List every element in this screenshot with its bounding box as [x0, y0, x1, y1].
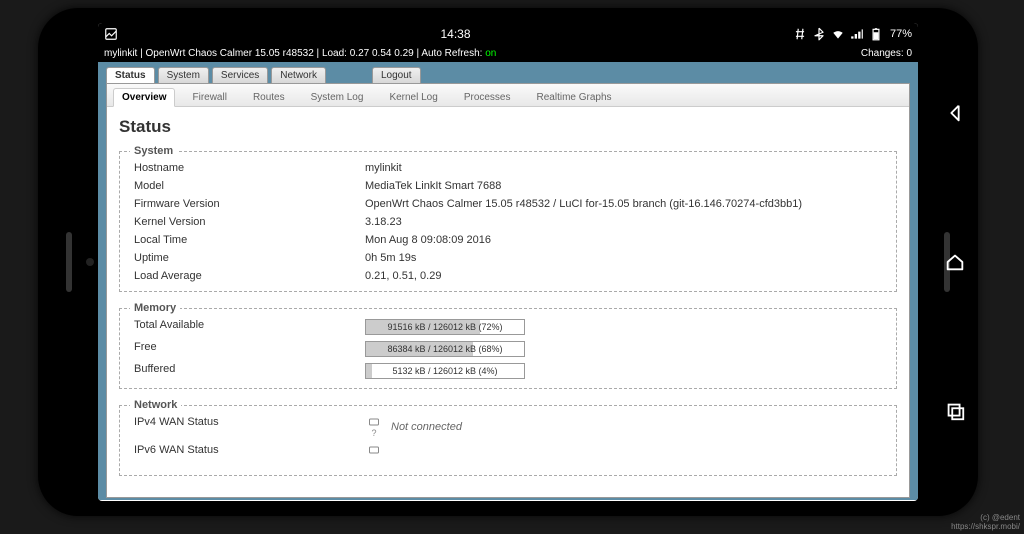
- sub-tab-kernel-log[interactable]: Kernel Log: [380, 88, 446, 106]
- system-section: System HostnamemylinkitModelMediaTek Lin…: [119, 145, 897, 292]
- network-row: IPv6 WAN Status: [130, 441, 886, 469]
- watermark: (c) @edent https://shkspr.mobi/: [951, 514, 1020, 532]
- row-value: 0.21, 0.51, 0.29: [365, 270, 886, 282]
- row-value: [365, 444, 886, 466]
- home-button[interactable]: [944, 251, 966, 273]
- sub-tab-realtime-graphs[interactable]: Realtime Graphs: [528, 88, 621, 106]
- row-value: 86384 kB / 126012 kB (68%): [365, 341, 886, 357]
- system-row: Firmware VersionOpenWrt Chaos Calmer 15.…: [130, 195, 886, 213]
- page-body: StatusSystemServicesNetworkLogout Overvi…: [98, 62, 918, 500]
- row-key: Buffered: [130, 363, 365, 379]
- bluetooth-icon: [812, 27, 826, 41]
- front-camera: [86, 258, 94, 266]
- memory-row: Total Available91516 kB / 126012 kB (72%…: [130, 316, 886, 338]
- header-load-value: 0.27 0.54 0.29: [350, 48, 414, 59]
- signal-icon: [850, 27, 864, 41]
- progress-bar: 86384 kB / 126012 kB (68%): [365, 341, 525, 357]
- header-changes-label: Changes:: [861, 48, 904, 59]
- row-key: IPv4 WAN Status: [130, 416, 365, 438]
- sub-tab-firewall[interactable]: Firewall: [183, 88, 235, 106]
- sub-tabs: Overview Firewall Routes System Log Kernel L…: [107, 84, 909, 107]
- header-autorefresh-value[interactable]: on: [485, 48, 496, 59]
- main-tab-status[interactable]: Status: [106, 67, 155, 83]
- system-row: Uptime0h 5m 19s: [130, 249, 886, 267]
- openwrt-header: mylinkit | OpenWrt Chaos Calmer 15.05 r4…: [98, 45, 918, 62]
- row-key: IPv6 WAN Status: [130, 444, 365, 466]
- row-key: Hostname: [130, 162, 365, 174]
- row-key: Uptime: [130, 252, 365, 264]
- main-tab-logout[interactable]: Logout: [372, 67, 421, 83]
- openwrt-header-right[interactable]: Changes: 0: [861, 48, 912, 59]
- network-status-icon: [365, 444, 383, 466]
- row-value: ? Not connected: [365, 416, 886, 438]
- network-status-text: Not connected: [391, 421, 462, 433]
- header-load-label: Load:: [322, 48, 347, 59]
- watermark-line2: https://shkspr.mobi/: [951, 523, 1020, 532]
- row-value: 3.18.23: [365, 216, 886, 228]
- sub-tab-overview[interactable]: Overview: [113, 88, 175, 107]
- progress-bar: 5132 kB / 126012 kB (4%): [365, 363, 525, 379]
- panel: Overview Firewall Routes System Log Kernel L…: [106, 83, 910, 498]
- network-status-icon: ?: [365, 416, 383, 438]
- screen: 14:38 77%: [98, 23, 918, 501]
- android-nav-bar: [940, 38, 970, 486]
- header-changes-count: 0: [906, 48, 912, 59]
- row-key: Firmware Version: [130, 198, 365, 210]
- row-key: Free: [130, 341, 365, 357]
- memory-section: Memory Total Available91516 kB / 126012 …: [119, 302, 897, 389]
- row-key: Local Time: [130, 234, 365, 246]
- header-hostname: mylinkit: [104, 48, 137, 59]
- openwrt-header-left: mylinkit | OpenWrt Chaos Calmer 15.05 r4…: [104, 48, 496, 59]
- page-title: Status: [119, 117, 897, 137]
- network-row: IPv4 WAN Status? Not connected: [130, 413, 886, 441]
- battery-percent: 77%: [890, 28, 912, 40]
- row-value: Mon Aug 8 09:08:09 2016: [365, 234, 886, 246]
- memory-row: Free86384 kB / 126012 kB (68%): [130, 338, 886, 360]
- row-key: Kernel Version: [130, 216, 365, 228]
- android-status-bar: 14:38 77%: [98, 23, 918, 45]
- row-value: 91516 kB / 126012 kB (72%): [365, 319, 886, 335]
- main-tab-services[interactable]: Services: [212, 67, 268, 83]
- main-tab-system[interactable]: System: [158, 67, 209, 83]
- recent-apps-button[interactable]: [944, 400, 966, 422]
- sub-tab-routes[interactable]: Routes: [244, 88, 294, 106]
- phone-frame: 14:38 77%: [38, 8, 978, 516]
- system-row: Local TimeMon Aug 8 09:08:09 2016: [130, 231, 886, 249]
- row-value: OpenWrt Chaos Calmer 15.05 r48532 / LuCI…: [365, 198, 886, 210]
- hash-icon: [793, 27, 807, 41]
- memory-row: Buffered5132 kB / 126012 kB (4%): [130, 360, 886, 382]
- system-row: Load Average0.21, 0.51, 0.29: [130, 267, 886, 285]
- main-tab-network[interactable]: Network: [271, 67, 326, 83]
- system-row: Kernel Version3.18.23: [130, 213, 886, 231]
- row-value: 0h 5m 19s: [365, 252, 886, 264]
- memory-legend: Memory: [130, 302, 180, 314]
- content-area[interactable]: Status System HostnamemylinkitModelMedia…: [107, 107, 909, 494]
- main-tabs: StatusSystemServicesNetwork Logout: [106, 67, 910, 83]
- header-autorefresh-label: Auto Refresh:: [421, 48, 482, 59]
- status-bar-clock: 14:38: [118, 27, 793, 41]
- row-value: MediaTek LinkIt Smart 7688: [365, 180, 886, 192]
- row-value: mylinkit: [365, 162, 886, 174]
- network-section: Network IPv4 WAN Status?Not connectedIPv…: [119, 399, 897, 476]
- progress-bar: 91516 kB / 126012 kB (72%): [365, 319, 525, 335]
- row-key: Total Available: [130, 319, 365, 335]
- system-row: Hostnamemylinkit: [130, 159, 886, 177]
- header-firmware: OpenWrt Chaos Calmer 15.05 r48532: [146, 48, 314, 59]
- system-legend: System: [130, 145, 177, 157]
- sub-tab-processes[interactable]: Processes: [455, 88, 520, 106]
- row-key: Model: [130, 180, 365, 192]
- image-icon: [104, 27, 118, 41]
- row-value: 5132 kB / 126012 kB (4%): [365, 363, 886, 379]
- battery-icon: [869, 27, 883, 41]
- speaker-left: [66, 232, 72, 292]
- back-button[interactable]: [944, 102, 966, 124]
- row-key: Load Average: [130, 270, 365, 282]
- system-row: ModelMediaTek LinkIt Smart 7688: [130, 177, 886, 195]
- wifi-icon: [831, 27, 845, 41]
- network-legend: Network: [130, 399, 181, 411]
- sub-tab-system-log[interactable]: System Log: [302, 88, 373, 106]
